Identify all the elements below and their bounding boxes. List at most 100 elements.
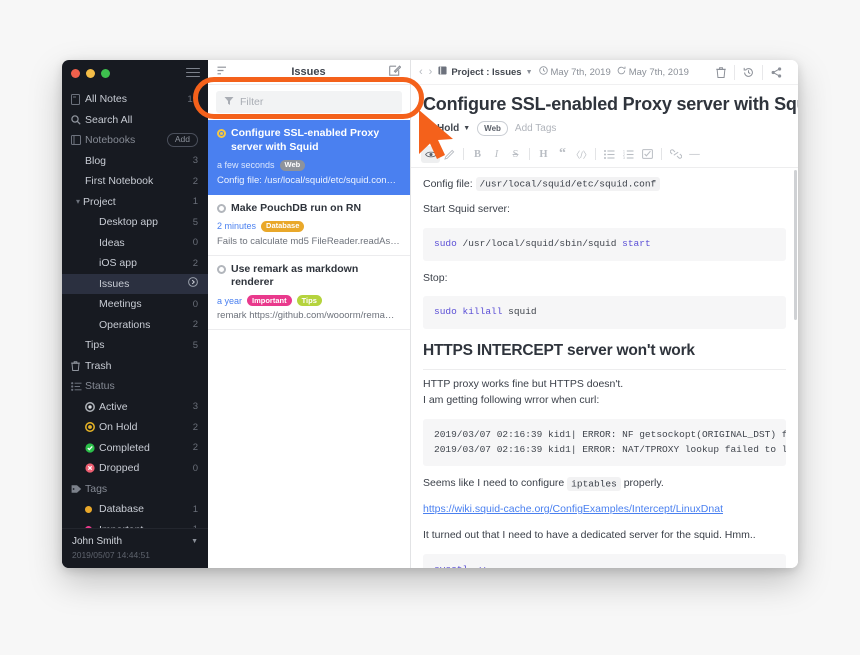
sidebar-item-all-notes[interactable]: All Notes 13 <box>62 89 208 110</box>
editor-body[interactable]: Config file: /usr/local/squid/etc/squid.… <box>411 168 798 568</box>
chevron-down-icon[interactable]: ▾ <box>76 197 80 206</box>
chevron-right-circle-icon[interactable] <box>188 277 198 290</box>
sidebar-item-meetings[interactable]: Meetings 0 <box>62 294 208 315</box>
filter-input[interactable]: Filter <box>216 91 402 113</box>
sidebar-label: Tags <box>85 482 108 495</box>
quote-icon[interactable]: “ <box>553 146 572 163</box>
code-icon[interactable]: 〈/〉 <box>571 146 592 163</box>
sidebar-item-tag-database[interactable]: Database 1 <box>62 499 208 520</box>
sidebar-item-blog[interactable]: Blog 3 <box>62 151 208 172</box>
sidebar-item-issues[interactable]: Issues <box>62 273 208 294</box>
sidebar-label: Trash <box>85 359 112 372</box>
note-title-row: Use remark as markdown renderer <box>217 263 401 291</box>
sidebar-item-desktop-app[interactable]: Desktop app 5 <box>62 212 208 233</box>
list-item[interactable]: Configure SSL-enabled Proxy server with … <box>208 120 410 195</box>
note-tag[interactable]: Tips <box>296 295 322 307</box>
user-row[interactable]: John Smith ▼ <box>72 536 198 547</box>
note-tag[interactable]: Database <box>261 220 305 232</box>
active-dot-icon <box>217 203 226 213</box>
sidebar-count: 2 <box>192 442 198 454</box>
share-icon[interactable] <box>762 64 790 80</box>
sidebar-count: 2 <box>192 175 198 187</box>
sidebar-item-status-on-hold[interactable]: On Hold 2 <box>62 417 208 438</box>
close-window-button[interactable] <box>71 68 80 78</box>
bold-icon[interactable]: B <box>468 146 487 163</box>
sidebar-label: Database <box>99 503 144 516</box>
sidebar-item-trash[interactable]: Trash <box>62 356 208 377</box>
breadcrumb-text: Project : Issues <box>451 66 522 78</box>
note-tag[interactable]: Important <box>247 295 292 307</box>
status-badge[interactable]: Hold ▼ <box>423 123 470 134</box>
code-block-last: sysctl -w <box>423 553 786 568</box>
scrollbar[interactable] <box>794 169 797 320</box>
history-icon[interactable] <box>734 64 762 80</box>
chevron-down-icon[interactable]: ▼ <box>191 538 198 545</box>
code-text: /usr/local/squid/sbin/squid <box>456 238 623 249</box>
note-icon <box>71 93 85 105</box>
breadcrumb[interactable]: Project : Issues ▼ <box>438 66 533 78</box>
refresh-clock-icon <box>617 66 626 78</box>
sidebar-item-project[interactable]: ▾ Project 1 <box>62 192 208 213</box>
sidebar-label: Active <box>99 400 128 413</box>
add-notebook-button[interactable]: Add <box>166 133 198 148</box>
sidebar-item-first-notebook[interactable]: First Notebook 2 <box>62 171 208 192</box>
sidebar-footer[interactable]: John Smith ▼ 2019/05/07 14:44:51 <box>62 528 208 568</box>
config-paragraph: Config file: /usr/local/squid/etc/squid.… <box>423 177 786 193</box>
sidebar-item-ideas[interactable]: Ideas 0 <box>62 233 208 254</box>
ordered-list-icon[interactable]: 123 <box>619 146 638 163</box>
link-icon[interactable] <box>666 146 685 163</box>
compose-icon[interactable] <box>389 63 402 81</box>
hamburger-icon[interactable] <box>186 68 200 78</box>
caret-down-icon[interactable]: ▼ <box>526 69 533 76</box>
horizontal-rule-icon[interactable]: — <box>685 146 704 163</box>
sidebar-section-notebooks[interactable]: Notebooks Add <box>62 130 208 151</box>
sidebar-count: 1 <box>193 524 198 528</box>
sidebar-item-status-completed[interactable]: Completed 2 <box>62 438 208 459</box>
sort-icon[interactable] <box>217 63 228 81</box>
page-title[interactable]: Configure SSL-enabled Proxy server with … <box>411 85 798 121</box>
sidebar-count: 1 <box>192 503 198 515</box>
note-title: Configure SSL-enabled Proxy server with … <box>231 127 380 153</box>
edit-pencil-icon[interactable] <box>440 146 459 163</box>
note-snippet: Config file: /usr/local/squid/etc/squid.… <box>217 174 397 186</box>
preview-eye-icon[interactable] <box>421 145 440 163</box>
checklist-icon[interactable] <box>638 146 657 163</box>
sidebar-section-tags[interactable]: Tags <box>62 479 208 500</box>
code-text: squid <box>502 306 537 318</box>
sidebar-item-status-dropped[interactable]: Dropped 0 <box>62 458 208 479</box>
format-toolbar: B I S H “ 〈/〉 123 — <box>411 143 798 168</box>
sidebar-item-tag-important[interactable]: Important 1 <box>62 520 208 528</box>
list-item[interactable]: Use remark as markdown renderer a year I… <box>208 256 410 331</box>
chevron-left-icon[interactable]: ‹ <box>419 66 423 78</box>
sidebar-item-status-active[interactable]: Active 3 <box>62 397 208 418</box>
external-link[interactable]: https://wiki.squid-cache.org/ConfigExamp… <box>423 503 723 515</box>
sidebar-item-operations[interactable]: Operations 2 <box>62 315 208 336</box>
note-tag[interactable]: Web <box>477 121 508 136</box>
sidebar-count: 5 <box>192 216 198 228</box>
trash-icon[interactable] <box>708 65 734 80</box>
list-item[interactable]: Make PouchDB run on RN 2 minutes Databas… <box>208 195 410 256</box>
note-list-title: Issues <box>291 66 326 78</box>
minimize-window-button[interactable] <box>86 68 95 78</box>
maximize-window-button[interactable] <box>101 68 110 78</box>
note-filter-wrap: Filter <box>208 85 410 120</box>
bullet-list-icon[interactable] <box>600 146 619 163</box>
sidebar-item-tips[interactable]: Tips 5 <box>62 335 208 356</box>
heading-icon[interactable]: H <box>534 146 553 163</box>
sidebar-item-search-all[interactable]: Search All <box>62 110 208 131</box>
editor-panel: ‹ › Project : Issues ▼ May 7th, 2019 May <box>411 60 798 568</box>
sidebar-label: On Hold <box>99 421 138 434</box>
strikethrough-icon[interactable]: S <box>506 146 525 163</box>
log-line-1: 2019/03/07 02:16:39 kid1| ERROR: NF gets… <box>434 428 786 440</box>
caret-down-icon[interactable]: ▼ <box>463 125 470 132</box>
italic-icon[interactable]: I <box>487 146 506 163</box>
on-hold-ring-icon <box>85 422 99 433</box>
updated-date-text: May 7th, 2019 <box>628 66 689 78</box>
chevron-right-icon[interactable]: › <box>429 66 433 78</box>
sidebar-item-ios-app[interactable]: iOS app 2 <box>62 253 208 274</box>
sidebar-section-status[interactable]: Status <box>62 376 208 397</box>
book-icon <box>438 66 447 78</box>
sidebar: All Notes 13 Search All Notebooks Add Bl… <box>62 60 208 568</box>
add-tags-input[interactable]: Add Tags <box>515 123 557 134</box>
note-tag[interactable]: Web <box>279 159 306 171</box>
